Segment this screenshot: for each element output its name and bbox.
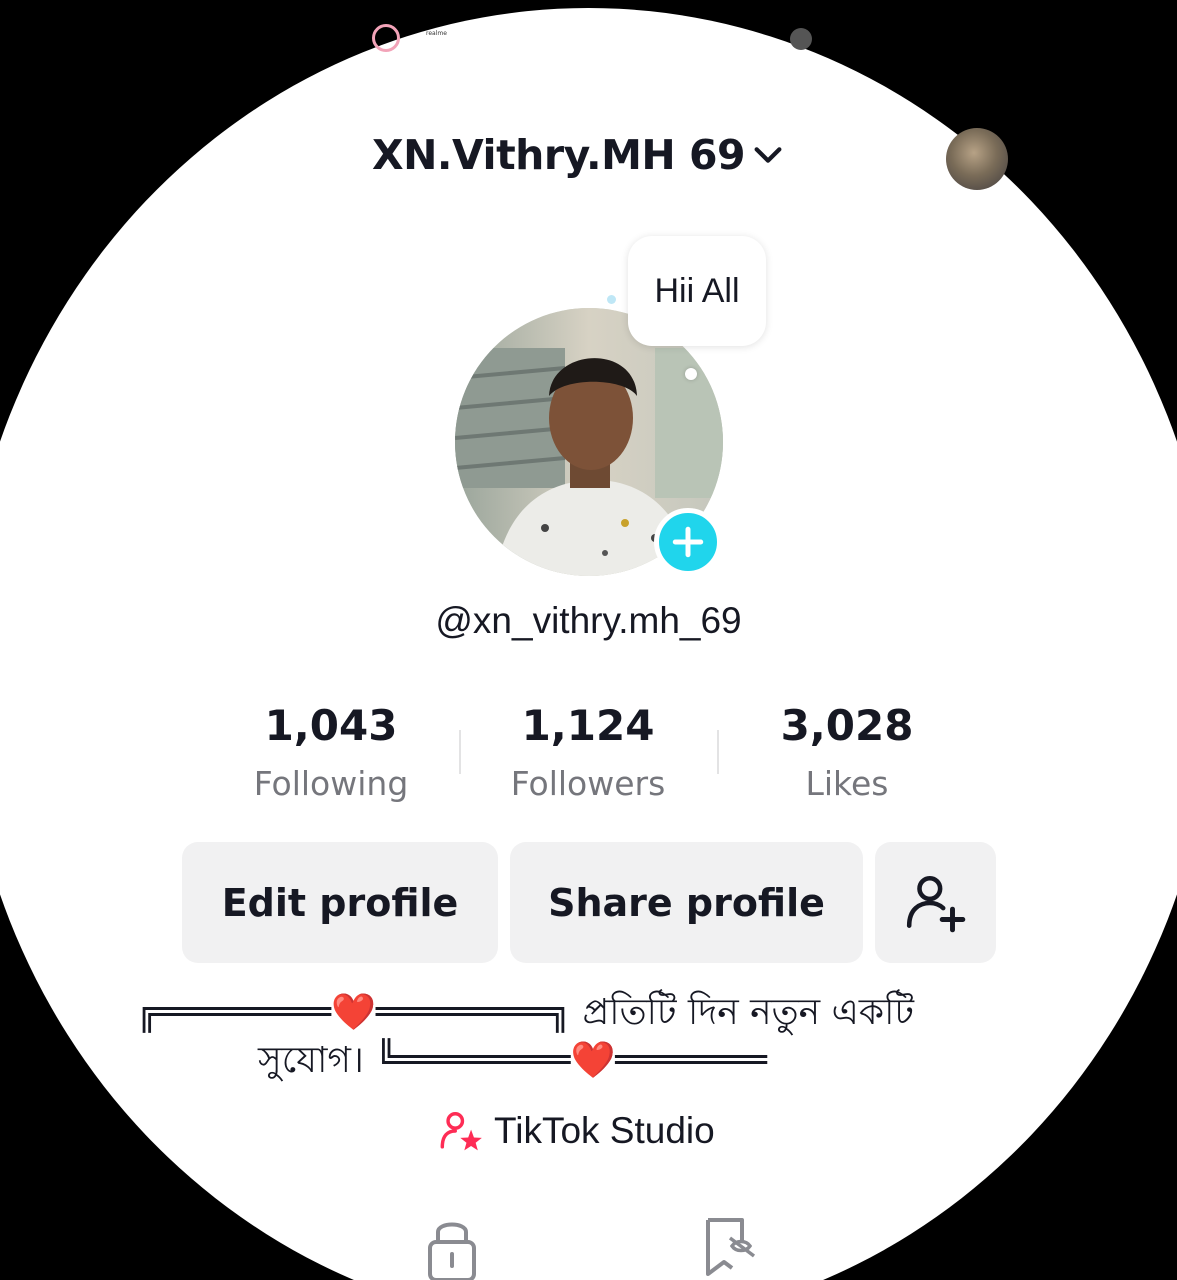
- status-caption: realme: [426, 30, 447, 37]
- bubble-dot: [685, 368, 697, 380]
- bio-frame: ╚════════: [375, 1040, 571, 1081]
- stat-value: 3,028: [780, 701, 914, 750]
- studio-label: TikTok Studio: [494, 1110, 715, 1151]
- note-text: Hii All: [654, 271, 740, 310]
- stat-label: Followers: [510, 764, 666, 803]
- header-avatar[interactable]: [946, 128, 1008, 190]
- bubble-dot: [607, 295, 616, 304]
- studio-icon: [440, 1112, 482, 1151]
- add-friend-icon: [906, 875, 965, 932]
- stat-label: Following: [253, 764, 409, 803]
- bio-frame: ════════╗: [375, 992, 571, 1033]
- stat-label: Likes: [805, 764, 889, 803]
- heart-icon: ❤️: [331, 992, 376, 1033]
- camera-dot: [790, 28, 812, 50]
- app-logo-icon: [372, 24, 400, 52]
- stat-divider: [459, 730, 461, 774]
- page-title: XN.Vithry.MH 69: [372, 131, 746, 179]
- chevron-down-icon: [754, 147, 782, 163]
- stat-value: 1,124: [521, 701, 655, 750]
- bio-line-2: সুযোগ। ╚════════❤️═══════: [258, 1033, 767, 1093]
- stat-following[interactable]: 1,043 Following: [211, 700, 451, 806]
- heart-icon: ❤️: [570, 1040, 616, 1081]
- bio-text: প্রতিটি দিন নতুন একটি: [582, 992, 915, 1033]
- note-bubble[interactable]: Hii All: [628, 236, 766, 346]
- add-photo-button[interactable]: [654, 508, 722, 576]
- stat-value: 1,043: [264, 701, 398, 750]
- bio-frame: ╔════════: [136, 992, 332, 1033]
- bio-frame: ═══════: [615, 1040, 767, 1081]
- edit-profile-button[interactable]: Edit profile: [182, 842, 498, 963]
- account-switcher[interactable]: XN.Vithry.MH 69: [372, 125, 785, 185]
- repost-icon[interactable]: [702, 1212, 758, 1280]
- tiktok-studio-link[interactable]: TikTok Studio: [438, 1108, 715, 1154]
- plus-icon: [672, 526, 704, 558]
- screen: realme XN.Vithry.MH 69 Hii All @xn_vithr…: [0, 0, 1177, 1280]
- stat-divider: [717, 730, 719, 774]
- lock-icon[interactable]: [426, 1212, 478, 1280]
- bio-text: সুযোগ।: [258, 1040, 364, 1081]
- stat-followers[interactable]: 1,124 Followers: [468, 700, 708, 806]
- share-profile-button[interactable]: Share profile: [510, 842, 863, 963]
- profile-handle: @xn_vithry.mh_69: [435, 600, 742, 641]
- add-friend-button[interactable]: [875, 842, 996, 963]
- stat-likes[interactable]: 3,028 Likes: [727, 700, 967, 806]
